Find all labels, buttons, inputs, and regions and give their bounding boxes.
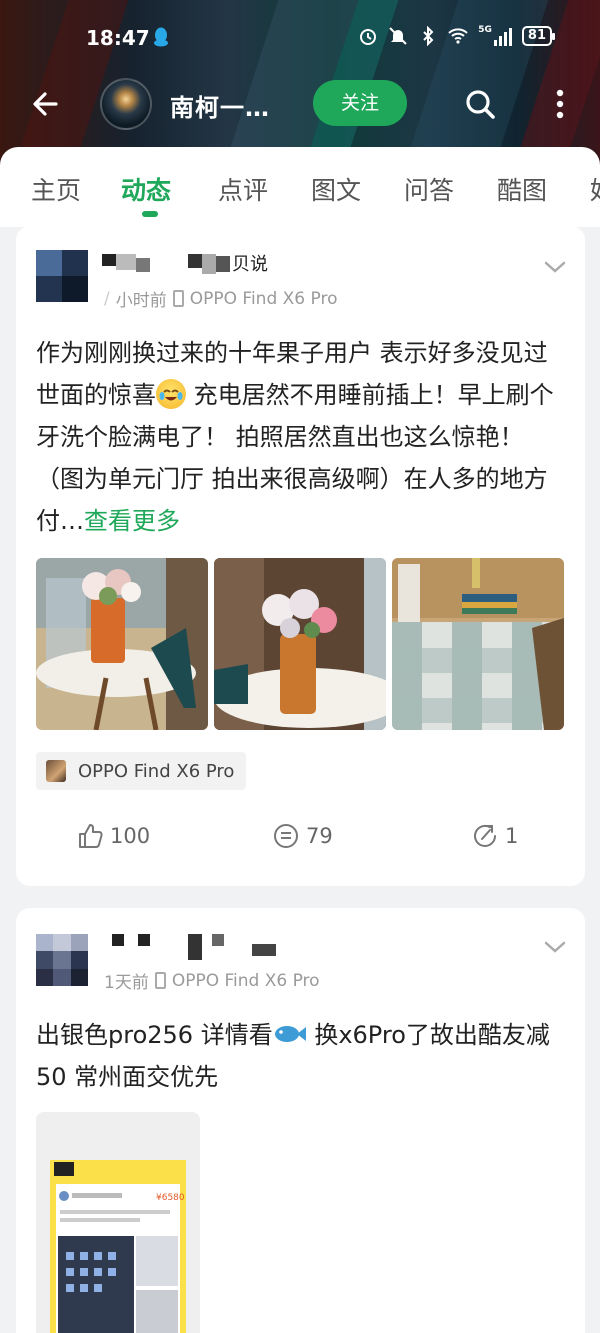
mute-bell-icon	[389, 27, 407, 45]
post-photo[interactable]	[214, 558, 386, 730]
crying-laughing-emoji-icon	[156, 379, 186, 409]
follow-button[interactable]: 关注	[313, 80, 407, 126]
wifi-icon	[448, 28, 468, 44]
author-name[interactable]	[102, 934, 302, 962]
status-time: 18:47	[86, 26, 150, 50]
share-count: 1	[505, 824, 519, 848]
post-photo[interactable]	[392, 558, 564, 730]
comment-icon	[274, 824, 298, 848]
author-name[interactable]: 贝说	[102, 250, 302, 278]
post-text: 出银色pro256 详情看	[36, 1021, 273, 1049]
fish-emoji-icon	[274, 1026, 306, 1042]
author-avatar[interactable]	[36, 250, 88, 302]
tab-articles[interactable]: 图文	[311, 171, 361, 207]
page-title: 南柯一…	[170, 94, 270, 122]
share-button[interactable]: 1	[471, 822, 518, 850]
comment-button[interactable]: 79	[272, 822, 333, 850]
listing-price: ¥6580	[156, 1193, 185, 1203]
author-avatar[interactable]	[36, 934, 88, 986]
active-tab-indicator	[142, 211, 158, 217]
post-body[interactable]: 出银色pro256 详情看 换x6Pro了故出酷友减50 常州面交优先	[36, 1014, 566, 1098]
device-thumbnail	[46, 760, 66, 782]
comment-count: 79	[306, 824, 333, 848]
post-device: OPPO Find X6 Pro	[189, 288, 338, 309]
post-body[interactable]: 作为刚刚换过来的十年果子用户 表示好多没见过世面的惊喜 充电居然不用睡前插上！早…	[36, 332, 566, 542]
post-time: 1天前	[104, 973, 149, 993]
post-time: 小时前	[115, 291, 167, 311]
signal-icon: 5G	[478, 26, 512, 46]
chevron-down-icon[interactable]	[543, 258, 567, 276]
post-actions: 100 79 1	[16, 822, 585, 862]
back-arrow-icon[interactable]	[26, 84, 66, 124]
share-icon	[474, 824, 496, 847]
tab-home[interactable]: 主页	[31, 171, 81, 207]
top-bar: 南柯一… 关注	[0, 74, 600, 134]
search-icon[interactable]	[460, 84, 500, 124]
tab-activity[interactable]: 动态	[121, 171, 171, 207]
see-more-link[interactable]: 查看更多	[84, 507, 180, 535]
status-icons: 5G 81	[358, 26, 556, 46]
post-card[interactable]: 贝说 / 小时前 OPPO Find X6 Pro 作为刚刚换过来的十年果子用户…	[16, 226, 585, 886]
tab-cool-pics[interactable]: 酷图	[497, 171, 547, 207]
profile-tabs: 主页 动态 点评 图文 问答 酷图 好	[0, 147, 600, 227]
post-photo[interactable]: ¥6580	[36, 1112, 200, 1333]
qq-icon	[154, 27, 168, 47]
like-button[interactable]: 100	[76, 822, 150, 850]
alarm-icon	[360, 29, 377, 45]
tab-more[interactable]: 好	[590, 171, 600, 207]
tab-reviews[interactable]: 点评	[218, 171, 268, 207]
post-meta: / 小时前 OPPO Find X6 Pro	[104, 286, 338, 312]
phone-icon	[172, 290, 184, 307]
network-type: 5G	[478, 25, 492, 35]
battery-indicator: 81	[521, 26, 556, 46]
device-tag-label: OPPO Find X6 Pro	[78, 760, 235, 782]
phone-icon	[154, 972, 166, 989]
thumbs-up-icon	[79, 824, 103, 848]
post-meta: 1天前 OPPO Find X6 Pro	[104, 968, 320, 994]
user-avatar[interactable]	[100, 78, 152, 130]
more-vertical-icon[interactable]	[546, 84, 574, 124]
bluetooth-icon	[423, 26, 434, 46]
post-device: OPPO Find X6 Pro	[171, 970, 320, 991]
like-count: 100	[110, 824, 151, 848]
author-name-text: 贝说	[232, 254, 268, 275]
device-tag[interactable]: OPPO Find X6 Pro	[36, 752, 247, 790]
chevron-down-icon[interactable]	[543, 938, 567, 956]
tab-qa[interactable]: 问答	[404, 171, 454, 207]
status-bar: 18:47 5G 81	[0, 18, 600, 58]
post-card[interactable]: 1天前 OPPO Find X6 Pro 出银色pro256 详情看 换x6Pr…	[16, 908, 585, 1333]
post-photo[interactable]	[36, 558, 208, 730]
